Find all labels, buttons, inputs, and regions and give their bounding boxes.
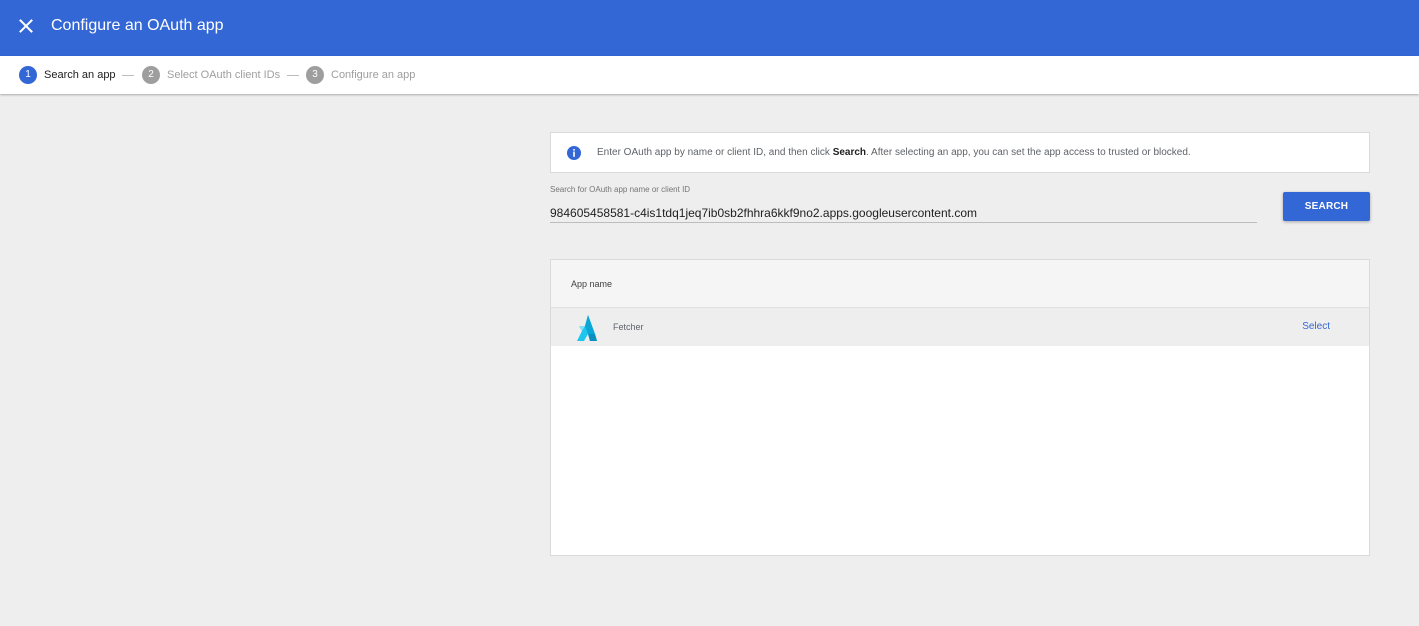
fetcher-logo-icon — [576, 314, 598, 342]
step-select-oauth-client-ids: 2 Select OAuth client IDs — [142, 65, 280, 85]
step-number: 1 — [19, 66, 37, 84]
step-number: 2 — [142, 66, 160, 84]
page-title: Configure an OAuth app — [51, 17, 224, 34]
step-number: 3 — [306, 66, 324, 84]
close-icon[interactable] — [14, 14, 38, 38]
info-text-start: Enter OAuth app by name or client ID, an… — [597, 147, 833, 158]
results-table: App name Fetcher Select — [550, 259, 1370, 556]
table-row[interactable]: Fetcher Select — [551, 308, 1369, 346]
app-name: Fetcher — [613, 322, 644, 332]
info-text-end: . After selecting an app, you can set th… — [866, 147, 1191, 158]
step-label: Configure an app — [331, 69, 416, 81]
step-label: Select OAuth client IDs — [167, 69, 281, 81]
table-header: App name — [551, 260, 1369, 308]
info-icon — [567, 146, 581, 160]
step-configure-an-app: 3 Configure an app — [306, 65, 415, 85]
select-app-link[interactable]: Select — [1302, 321, 1330, 332]
search-input[interactable] — [550, 204, 1257, 223]
step-divider — [287, 75, 299, 76]
step-label: Search an app — [44, 69, 116, 81]
search-button[interactable]: SEARCH — [1283, 192, 1370, 221]
search-input-label: Search for OAuth app name or client ID — [550, 185, 691, 194]
info-text-bold: Search — [832, 147, 867, 158]
info-banner: Enter OAuth app by name or client ID, an… — [550, 132, 1370, 173]
info-text: Enter OAuth app by name or client ID, an… — [597, 147, 1191, 159]
stepper: 1 Search an app 2 Select OAuth client ID… — [0, 56, 1419, 94]
column-header-app-name: App name — [571, 279, 613, 289]
top-app-bar: Configure an OAuth app — [0, 0, 1419, 56]
step-divider — [122, 75, 134, 76]
step-search-an-app: 1 Search an app — [19, 65, 116, 85]
